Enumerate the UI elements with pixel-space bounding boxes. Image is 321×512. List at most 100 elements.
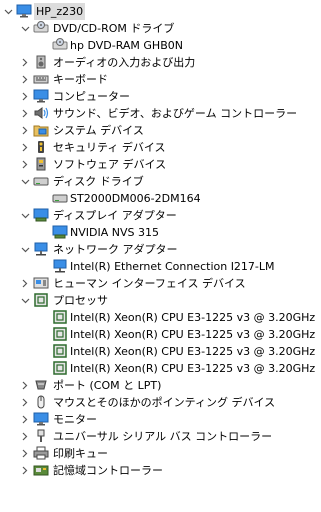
tree-root-label: HP_z230 — [34, 3, 86, 20]
category-row[interactable]: ディスク ドライブ — [0, 173, 321, 190]
category-label: プロセッサ — [53, 294, 108, 307]
category-label: 記憶域コントローラー — [53, 464, 163, 477]
keyboard-icon — [33, 71, 49, 87]
chevron-right-icon[interactable] — [20, 122, 30, 139]
category-row[interactable]: キーボード — [0, 71, 321, 88]
chevron-right-icon[interactable] — [20, 445, 30, 462]
category-row[interactable]: モニター — [0, 411, 321, 428]
chevron-right-icon[interactable] — [20, 411, 30, 428]
device-label: Intel(R) Xeon(R) CPU E3-1225 v3 @ 3.20GH… — [70, 362, 316, 375]
chevron-right-icon[interactable] — [20, 428, 30, 445]
category-row[interactable]: システム デバイス — [0, 122, 321, 139]
processor-icon — [33, 292, 49, 308]
hid-icon — [33, 275, 49, 291]
category-row[interactable]: 記憶域コントローラー — [0, 462, 321, 479]
device-label: Intel(R) Ethernet Connection I217-LM — [70, 260, 275, 273]
optical-drive-icon — [33, 20, 49, 36]
system-folder-icon — [33, 122, 49, 138]
network-adapter-icon — [33, 241, 49, 257]
device-label: NVIDIA NVS 315 — [70, 226, 159, 239]
device-label: hp DVD-RAM GHB0N — [70, 39, 183, 52]
category-row[interactable]: ユニバーサル シリアル バス コントローラー — [0, 428, 321, 445]
mouse-icon — [33, 394, 49, 410]
security-key-icon — [33, 139, 49, 155]
category-row[interactable]: オーディオの入力および出力 — [0, 54, 321, 71]
device-label: Intel(R) Xeon(R) CPU E3-1225 v3 @ 3.20GH… — [70, 328, 316, 341]
software-device-icon — [33, 156, 49, 172]
category-label: マウスとそのほかのポインティング デバイス — [53, 396, 276, 409]
chevron-right-icon[interactable] — [20, 88, 30, 105]
computer-icon — [33, 88, 49, 104]
category-row[interactable]: プロセッサ — [0, 292, 321, 309]
category-label: DVD/CD-ROM ドライブ — [53, 22, 175, 35]
chevron-down-icon[interactable] — [20, 241, 30, 258]
category-row[interactable]: ヒューマン インターフェイス デバイス — [0, 275, 321, 292]
chevron-right-icon[interactable] — [20, 394, 30, 411]
category-row[interactable]: ディスプレイ アダプター — [0, 207, 321, 224]
device-row[interactable]: Intel(R) Ethernet Connection I217-LM — [0, 258, 321, 275]
category-row[interactable]: マウスとそのほかのポインティング デバイス — [0, 394, 321, 411]
category-label: システム デバイス — [53, 124, 144, 137]
category-label: 印刷キュー — [53, 447, 108, 460]
monitor-icon — [33, 411, 49, 427]
category-label: サウンド、ビデオ、およびゲーム コントローラー — [53, 107, 298, 120]
chevron-right-icon[interactable] — [20, 462, 30, 479]
category-label: ディスク ドライブ — [53, 175, 144, 188]
chevron-right-icon[interactable] — [20, 275, 30, 292]
chevron-down-icon[interactable] — [20, 207, 30, 224]
category-row[interactable]: ネットワーク アダプター — [0, 241, 321, 258]
category-label: モニター — [53, 413, 97, 426]
processor-icon — [52, 326, 68, 342]
device-row[interactable]: Intel(R) Xeon(R) CPU E3-1225 v3 @ 3.20GH… — [0, 326, 321, 343]
chevron-right-icon[interactable] — [20, 139, 30, 156]
category-label: キーボード — [53, 73, 108, 86]
device-row[interactable]: Intel(R) Xeon(R) CPU E3-1225 v3 @ 3.20GH… — [0, 343, 321, 360]
category-row[interactable]: 印刷キュー — [0, 445, 321, 462]
printer-icon — [33, 445, 49, 461]
port-icon — [33, 377, 49, 393]
category-label: ポート (COM と LPT) — [53, 379, 162, 392]
device-row[interactable]: Intel(R) Xeon(R) CPU E3-1225 v3 @ 3.20GH… — [0, 360, 321, 377]
chevron-right-icon[interactable] — [20, 71, 30, 88]
display-adapter-icon — [33, 207, 49, 223]
category-label: セキュリティ デバイス — [53, 141, 166, 154]
category-label: ソフトウェア デバイス — [53, 158, 167, 171]
category-label: ネットワーク アダプター — [53, 243, 178, 256]
category-label: ディスプレイ アダプター — [53, 209, 177, 222]
chevron-right-icon[interactable] — [20, 377, 30, 394]
category-row[interactable]: コンピューター — [0, 88, 321, 105]
category-label: ユニバーサル シリアル バス コントローラー — [53, 430, 273, 443]
disk-drive-icon — [52, 190, 68, 206]
category-row[interactable]: ソフトウェア デバイス — [0, 156, 321, 173]
category-row[interactable]: サウンド、ビデオ、およびゲーム コントローラー — [0, 105, 321, 122]
category-row[interactable]: ポート (COM と LPT) — [0, 377, 321, 394]
chevron-down-icon[interactable] — [3, 3, 13, 20]
chevron-right-icon[interactable] — [20, 54, 30, 71]
category-label: コンピューター — [53, 90, 130, 103]
tree-root-row[interactable]: HP_z230 — [0, 3, 321, 20]
device-row[interactable]: hp DVD-RAM GHB0N — [0, 37, 321, 54]
device-label: ST2000DM006-2DM164 — [70, 192, 201, 205]
device-label: Intel(R) Xeon(R) CPU E3-1225 v3 @ 3.20GH… — [70, 345, 316, 358]
chevron-down-icon[interactable] — [20, 20, 30, 37]
network-adapter-icon — [52, 258, 68, 274]
display-adapter-icon — [52, 224, 68, 240]
optical-drive-icon — [52, 37, 68, 53]
processor-icon — [52, 309, 68, 325]
chevron-down-icon[interactable] — [20, 292, 30, 309]
category-label: オーディオの入力および出力 — [53, 56, 196, 69]
disk-drive-icon — [33, 173, 49, 189]
device-row[interactable]: ST2000DM006-2DM164 — [0, 190, 321, 207]
chevron-down-icon[interactable] — [20, 173, 30, 190]
category-row[interactable]: セキュリティ デバイス — [0, 139, 321, 156]
device-row[interactable]: NVIDIA NVS 315 — [0, 224, 321, 241]
category-row[interactable]: DVD/CD-ROM ドライブ — [0, 20, 321, 37]
speaker-icon — [33, 54, 49, 70]
storage-controller-icon — [33, 462, 49, 478]
device-row[interactable]: Intel(R) Xeon(R) CPU E3-1225 v3 @ 3.20GH… — [0, 309, 321, 326]
chevron-right-icon[interactable] — [20, 105, 30, 122]
sound-icon — [33, 105, 49, 121]
chevron-right-icon[interactable] — [20, 156, 30, 173]
usb-icon — [33, 428, 49, 444]
device-tree: HP_z230 DVD/CD-ROM ドライブ hp DVD-RAM GHB0N オ… — [0, 0, 321, 512]
